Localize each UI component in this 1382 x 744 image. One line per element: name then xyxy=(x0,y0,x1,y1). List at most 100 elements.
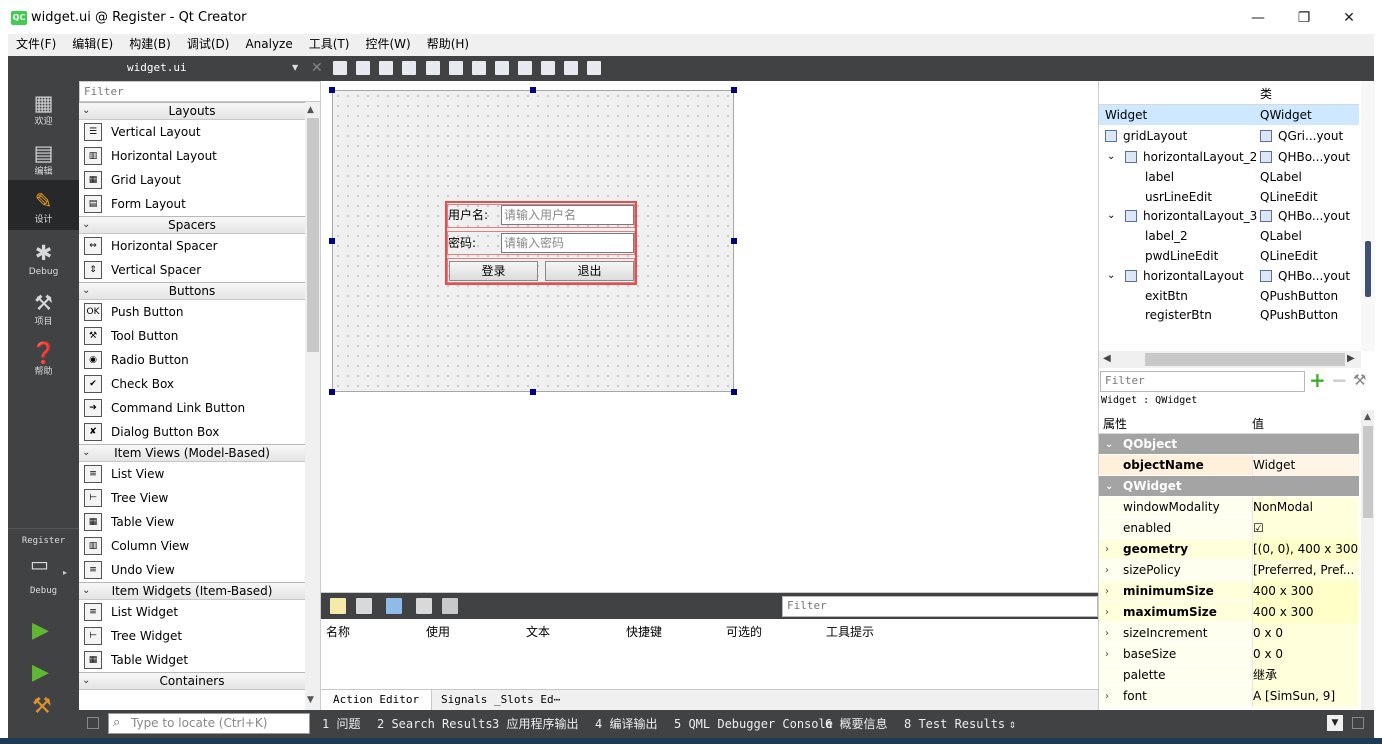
menu-debug[interactable]: 调试(D) xyxy=(179,34,238,54)
widget-category-item-widgets-item-based[interactable]: ⌄ Item Widgets (Item-Based) xyxy=(79,582,305,600)
resize-handle-top-right[interactable] xyxy=(731,87,737,93)
edit-tab-order-icon[interactable] xyxy=(402,61,416,75)
grid-layout-frame[interactable]: 用户名: 请输入用户名 密码: 请输入密码 登录 退出 xyxy=(445,201,637,285)
property-value[interactable]: ☑ xyxy=(1252,518,1358,539)
property-row-objectname[interactable]: objectName Widget xyxy=(1099,455,1359,476)
header-class[interactable]: 类 xyxy=(1260,85,1272,102)
widget-item-dialog-button-box[interactable]: ✘ Dialog Button Box xyxy=(79,420,305,444)
adjust-size-icon[interactable] xyxy=(587,61,601,75)
property-editor-scroll-thumb[interactable] xyxy=(1363,426,1373,518)
mode-design[interactable]: ✎ 设计 xyxy=(8,180,79,230)
widget-category-item-views-model-based[interactable]: ⌄ Item Views (Model-Based) xyxy=(79,444,305,462)
output-pane-compile-output[interactable]: 4 编译输出 xyxy=(595,710,657,738)
widget-item-grid-layout[interactable]: ▦ Grid Layout xyxy=(79,168,305,192)
configure-action-icon[interactable] xyxy=(386,598,402,614)
object-inspector-scrollbar[interactable] xyxy=(1361,81,1375,351)
output-pane-test-results[interactable]: 8 Test Results xyxy=(904,710,1005,738)
object-tree-row-exitbtn[interactable]: exitBtn QPushButton xyxy=(1099,286,1359,306)
widget-item-horizontal-layout[interactable]: ▥ Horizontal Layout xyxy=(79,144,305,168)
close-button[interactable]: ✕ xyxy=(1326,4,1372,32)
delete-action-icon[interactable] xyxy=(416,598,432,614)
minimize-button[interactable]: — xyxy=(1235,4,1281,32)
object-tree-row-registerbtn[interactable]: registerBtn QPushButton xyxy=(1099,305,1359,325)
layout-horizontal-icon[interactable] xyxy=(426,61,440,75)
widget-item-tree-widget[interactable]: ⊢ Tree Widget xyxy=(79,624,305,648)
widget-item-command-link-button[interactable]: ➔ Command Link Button xyxy=(79,396,305,420)
widget-item-vertical-spacer[interactable]: ⇕ Vertical Spacer xyxy=(79,258,305,282)
output-pane-qml-debugger-console[interactable]: 5 QML Debugger Console xyxy=(674,710,833,738)
column-header-checkable[interactable]: 可选的 xyxy=(726,623,762,640)
property-value[interactable]: 继承 xyxy=(1252,665,1358,686)
widget-item-table-widget[interactable]: ▦ Table Widget xyxy=(79,648,305,672)
login-button[interactable]: 登录 xyxy=(449,261,538,281)
layout-vertical-splitter-icon[interactable] xyxy=(495,61,509,75)
close-document-icon[interactable]: ✕ xyxy=(311,56,323,80)
build-button-hammer-icon[interactable]: ⚒ xyxy=(32,694,52,719)
property-group-qwidget[interactable]: ⌄ QWidget xyxy=(1099,476,1359,497)
widget-item-radio-button[interactable]: ◉ Radio Button xyxy=(79,348,305,372)
menu-edit[interactable]: 编辑(E) xyxy=(64,34,121,54)
property-value[interactable]: [(0, 0), 400 x 300] xyxy=(1252,539,1358,560)
widget-category-spacers[interactable]: ⌄ Spacers xyxy=(79,216,305,234)
chevron-right-icon[interactable]: › xyxy=(1105,539,1109,560)
property-row-geometry[interactable]: › geometry [(0, 0), 400 x 300] xyxy=(1099,539,1359,560)
widget-item-tool-button[interactable]: ⚒ Tool Button xyxy=(79,324,305,348)
menu-tools[interactable]: 工具(T) xyxy=(301,34,358,54)
widget-item-form-layout[interactable]: ▤ Form Layout xyxy=(79,192,305,216)
output-pane-issues[interactable]: 1 问题 xyxy=(322,710,360,738)
widget-category-containers[interactable]: ⌄ Containers xyxy=(79,672,305,690)
property-row-maximumsize[interactable]: › maximumSize 400 x 300 xyxy=(1099,602,1359,623)
resize-handle-bottom-right[interactable] xyxy=(731,389,737,395)
expand-arrow-icon[interactable]: ⌄ xyxy=(1107,147,1115,167)
output-dropdown-icon[interactable]: ▼ xyxy=(1327,715,1343,731)
property-value[interactable]: 0 x 0 xyxy=(1252,623,1358,644)
widget-item-list-widget[interactable]: ≡ List Widget xyxy=(79,600,305,624)
action-filter-input[interactable]: Filter xyxy=(782,596,1098,617)
widget-item-check-box[interactable]: ✔ Check Box xyxy=(79,372,305,396)
header-property[interactable]: 属性 xyxy=(1103,415,1127,432)
chevron-right-icon[interactable]: › xyxy=(1105,623,1109,644)
password-label[interactable]: 密码: xyxy=(448,233,476,253)
chevron-right-icon[interactable]: › xyxy=(1105,602,1109,623)
scroll-down-arrow-icon[interactable]: ▼ xyxy=(307,695,314,705)
column-header-shortcut[interactable]: 快捷键 xyxy=(626,623,662,640)
exit-button[interactable]: 退出 xyxy=(545,261,634,281)
property-value[interactable]: A [SimSun, 9] xyxy=(1252,686,1358,707)
column-header-tooltip[interactable]: 工具提示 xyxy=(826,623,874,640)
resize-handle-bottom[interactable] xyxy=(530,389,536,395)
resize-handle-right[interactable] xyxy=(731,238,737,244)
chevron-right-icon[interactable]: › xyxy=(1105,644,1109,665)
property-group-qobject[interactable]: ⌄ QObject xyxy=(1099,434,1359,455)
menu-build[interactable]: 构建(B) xyxy=(121,34,179,54)
output-pane-search-results[interactable]: 2 Search Results xyxy=(377,710,493,738)
layout-form-icon[interactable] xyxy=(518,61,532,75)
output-pane-application-output[interactable]: 3 应用程序输出 xyxy=(492,710,578,738)
property-value[interactable]: 0 x 0 xyxy=(1252,644,1358,665)
property-row-sizeincrement[interactable]: › sizeIncrement 0 x 0 xyxy=(1099,623,1359,644)
debug-run-button-icon[interactable]: ▶ xyxy=(32,660,49,685)
new-action-icon[interactable] xyxy=(330,598,346,614)
property-value[interactable]: NonModal xyxy=(1252,497,1358,518)
object-tree-row-label-2[interactable]: label_2 QLabel xyxy=(1099,226,1359,246)
property-row-basesize[interactable]: › baseSize 0 x 0 xyxy=(1099,644,1359,665)
chevron-down-icon[interactable]: ⌄ xyxy=(1105,434,1113,455)
configure-property-editor-icon[interactable]: ⚒ xyxy=(1353,371,1366,389)
object-tree-row-horizontallayout-3[interactable]: ⌄ horizontalLayout_3 QHBo...yout xyxy=(1099,206,1359,226)
run-button-play-icon[interactable]: ▶ xyxy=(32,618,49,643)
property-row-minimumsize[interactable]: › minimumSize 400 x 300 xyxy=(1099,581,1359,602)
toggle-output-pane-icon[interactable] xyxy=(1352,717,1364,729)
mode-help[interactable]: ❓ 帮助 xyxy=(8,340,79,388)
edit-signals-slots-icon[interactable] xyxy=(356,61,370,75)
object-inspector-scroll-thumb[interactable] xyxy=(1365,241,1371,297)
layout-grid-icon[interactable] xyxy=(541,61,555,75)
layout-horizontal-splitter-icon[interactable] xyxy=(472,61,486,75)
resize-handle-top-left[interactable] xyxy=(329,87,335,93)
header-value[interactable]: 值 xyxy=(1252,415,1264,432)
column-header-name[interactable]: 名称 xyxy=(326,623,350,640)
property-row-palette[interactable]: palette 继承 xyxy=(1099,665,1359,686)
property-value[interactable]: 400 x 300 xyxy=(1252,602,1358,623)
action-settings-wrench-icon[interactable] xyxy=(442,598,458,614)
property-filter-input[interactable]: Filter xyxy=(1100,371,1305,392)
object-tree-row-horizontallayout[interactable]: ⌄ horizontalLayout QHBo...yout xyxy=(1099,266,1359,286)
username-line-edit[interactable]: 请输入用户名 xyxy=(501,205,634,225)
